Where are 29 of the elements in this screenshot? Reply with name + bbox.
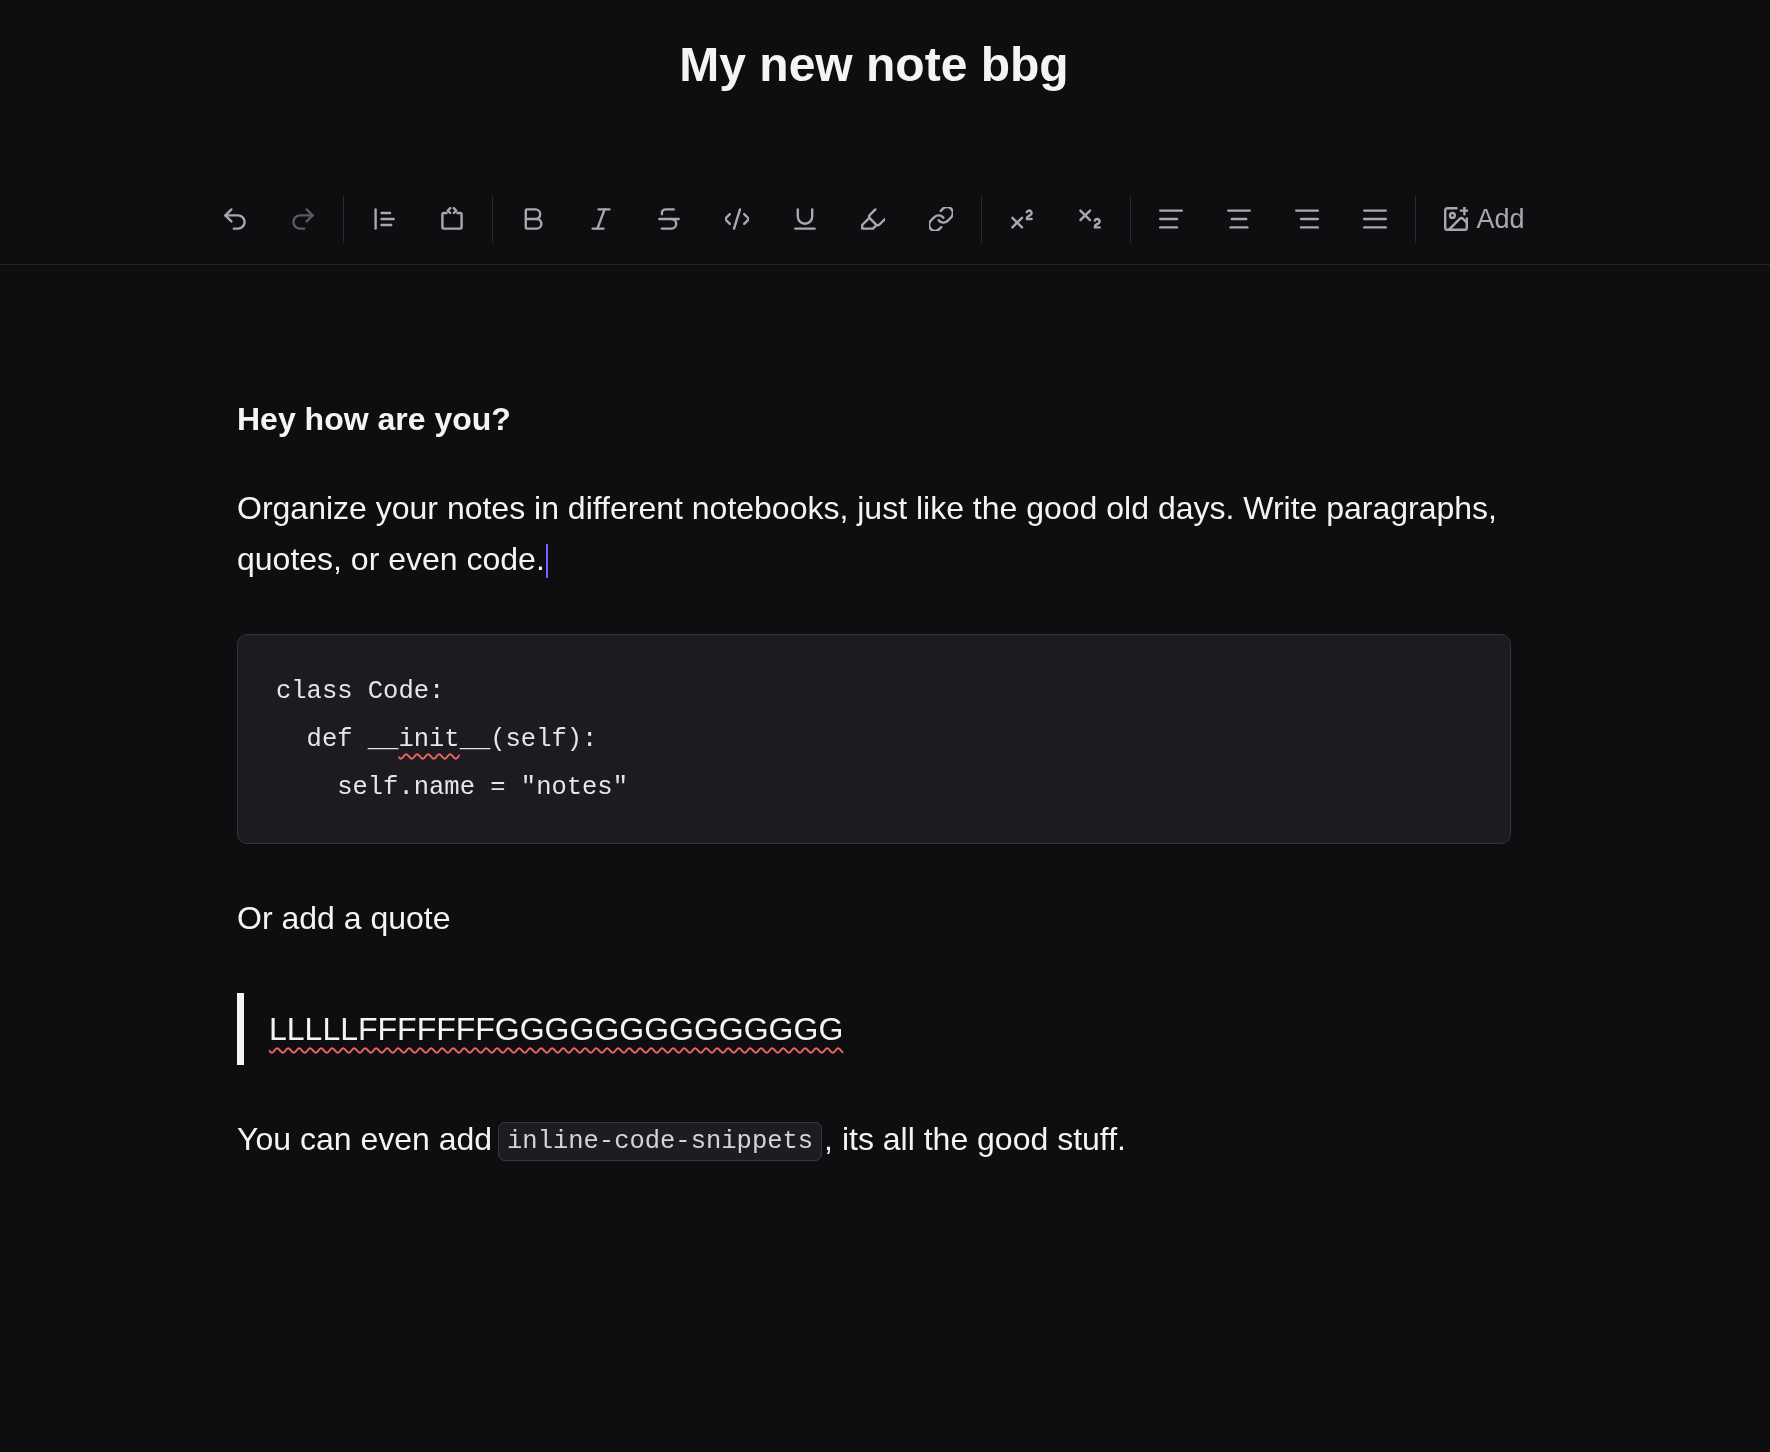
subscript-icon: [1078, 207, 1103, 231]
align-left-icon: [1159, 207, 1184, 231]
align-center-icon: [1227, 207, 1252, 231]
highlighter-icon: [861, 207, 886, 231]
code-line: def __init__(self):: [305, 724, 598, 756]
paragraph-text: , its all the good stuff.: [824, 1121, 1126, 1157]
undo-icon: [223, 207, 248, 231]
italic-icon: [589, 207, 614, 231]
code-line: class Code:: [276, 676, 445, 708]
superscript-icon: [1010, 207, 1035, 231]
note-title: My new note bbg: [679, 37, 1069, 93]
align-right-icon: [1295, 207, 1320, 231]
section-heading: Hey how are you?: [237, 400, 511, 439]
inline-code: inline-code-snippets: [498, 1122, 823, 1161]
strikethrough-icon: [657, 207, 682, 231]
add-image-button[interactable]: Add: [1432, 195, 1537, 243]
code-icon: [725, 207, 750, 231]
blockquote-icon: [372, 207, 397, 231]
paragraph-text: You can even add: [237, 1121, 493, 1157]
blockquote: LLLLLFFFFFFFGGGGGGGGGGGGGG: [237, 993, 844, 1065]
redo-icon: [291, 207, 316, 231]
code-block-icon: [440, 207, 465, 231]
paragraph-text: Or add a quote: [237, 900, 451, 936]
paragraph-text: Organize your notes in different notebooks, just like the good old days. Write paragraphs, quotes, or even code.: [237, 490, 1497, 577]
image-plus-icon: [1444, 207, 1469, 231]
underline-icon: [793, 207, 818, 231]
align-justify-icon: [1363, 207, 1388, 231]
code-line: self.name = "notes": [336, 772, 628, 804]
link-icon: [929, 207, 954, 231]
